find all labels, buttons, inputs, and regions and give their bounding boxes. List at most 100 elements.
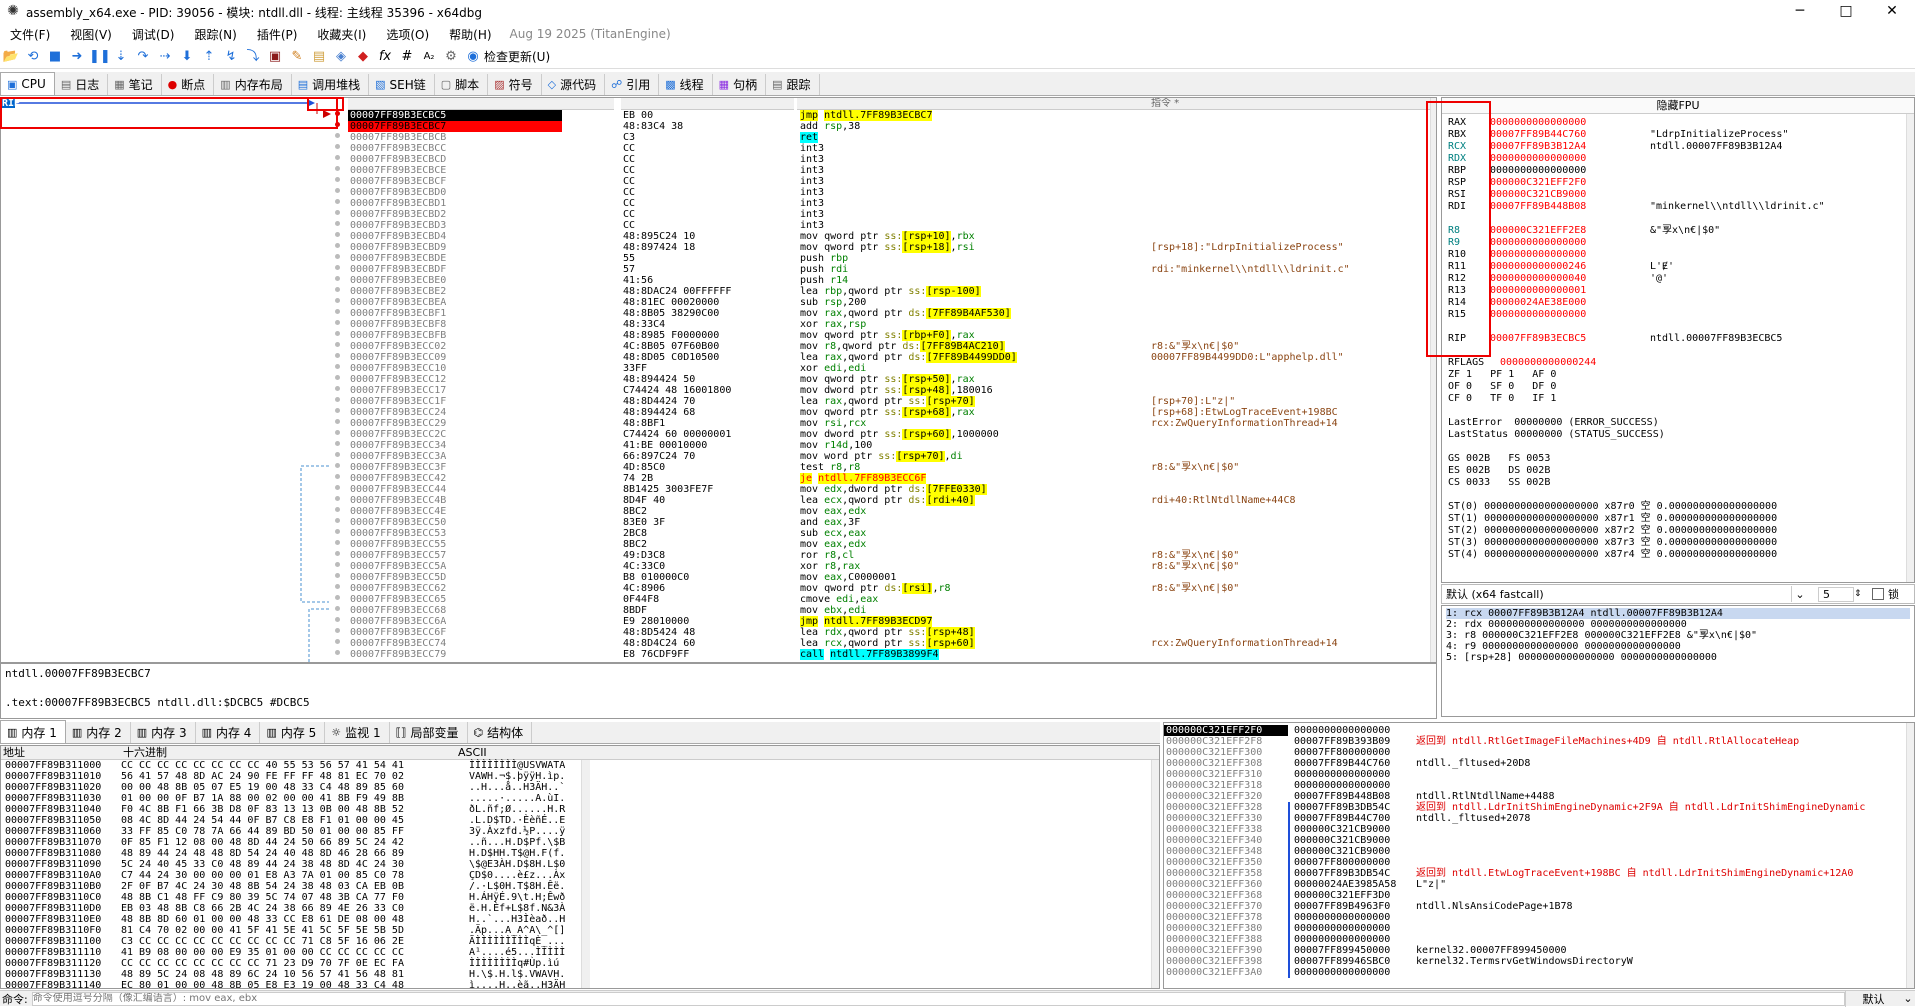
disasm-instruction[interactable]: int3 (797, 209, 1149, 220)
disasm-address[interactable]: 00007FF89B3ECBE0 (348, 275, 562, 286)
disasm-address[interactable]: 00007FF89B3ECBCF (348, 176, 562, 187)
disasm-address[interactable]: 00007FF89B3ECBD4 (348, 231, 562, 242)
dump-hex[interactable]: 08 4C 8D 44 24 54 44 0F B7 C8 E8 F1 01 0… (121, 815, 461, 826)
dump-hex[interactable]: 01 00 00 0F B7 1A 88 00 02 00 00 41 8B F… (121, 793, 461, 804)
disasm-instruction[interactable]: lea rax,qword ptr ds:[7FF89B4499DD0] (797, 352, 1149, 363)
stack-row[interactable]: 000000C321EFF330 00007FF89B44C700 ntdll._f… (1164, 813, 1914, 824)
dump-hex[interactable]: 33 FF 85 C0 78 7A 66 44 89 BD 50 01 00 0… (121, 826, 461, 837)
stack-row[interactable]: 000000C321EFF360 00000024AE3985A58 L"z|" (1164, 879, 1914, 890)
disasm-instruction[interactable]: sub ecx,eax (797, 528, 1149, 539)
disasm-comment[interactable] (1149, 649, 1436, 660)
command-input[interactable] (31, 991, 1845, 1006)
disasm-comment[interactable] (1149, 253, 1436, 264)
menu-debug[interactable]: 调试(D) (122, 26, 185, 43)
disasm-comment[interactable] (1149, 209, 1436, 220)
stack-value[interactable]: 00007FF89B44C700 (1288, 813, 1412, 824)
disasm-instruction[interactable]: mov rsi,rcx (797, 418, 1149, 429)
register-value[interactable]: 00007FF89B44C760 (1490, 129, 1650, 141)
disasm-comment[interactable] (1149, 616, 1436, 627)
breakpoint-dot[interactable] (335, 298, 340, 303)
dump-ascii[interactable]: 3ÿ.Àxzfd.½P....ÿ (461, 826, 565, 837)
disasm-instruction[interactable]: jmp ntdll.7FF89B3ECD97 (797, 616, 1149, 627)
stack-row[interactable]: 000000C321EFF310 0000000000000000 (1164, 769, 1914, 780)
disasm-instruction[interactable]: int3 (797, 187, 1149, 198)
disasm-instruction[interactable]: push rdi (797, 264, 1149, 275)
disasm-comment[interactable] (1149, 484, 1436, 495)
stack-row[interactable]: 000000C321EFF318 0000000000000000 (1164, 780, 1914, 791)
hash-icon[interactable]: # (397, 47, 417, 67)
disasm-instruction[interactable]: mov r8,qword ptr ds:[7FF89B4AC210] (797, 341, 1149, 352)
close-button[interactable]: ✕ (1869, 0, 1915, 24)
breakpoint-dot[interactable] (335, 375, 340, 380)
run-to-user-icon[interactable]: ⬇ (177, 47, 197, 67)
disasm-comment[interactable] (1149, 627, 1436, 638)
stack-value[interactable]: 00000024AE3985A58 (1288, 879, 1412, 890)
dump-hex[interactable]: C7 44 24 30 00 00 00 01 E8 A3 7A 01 00 8… (121, 870, 461, 881)
menu-view[interactable]: 视图(V) (60, 26, 122, 43)
disasm-comment[interactable] (1149, 594, 1436, 605)
memtab-0[interactable]: ▥ 内存 1 (0, 720, 66, 743)
stack-row[interactable]: 000000C321EFF3A0 0000000000000000 (1164, 967, 1914, 978)
breakpoint-dot[interactable] (335, 650, 340, 655)
disasm-comment[interactable] (1149, 374, 1436, 385)
disasm-instruction[interactable]: ror r8,cl (797, 550, 1149, 561)
tab-threads[interactable]: ▩ 线程 (659, 74, 713, 95)
disasm-comment[interactable] (1149, 187, 1436, 198)
disasm-bytes[interactable]: 48:894424 68 (621, 407, 794, 418)
disasm-comment[interactable] (1149, 528, 1436, 539)
breakpoint-dot[interactable] (335, 606, 340, 611)
disasm-instruction[interactable]: push rbp (797, 253, 1149, 264)
disasm-address[interactable]: 00007FF89B3ECC42 (348, 473, 562, 484)
calling-convention-select[interactable]: 默认 (x64 fastcall) (1442, 586, 1792, 602)
disasm-address[interactable]: 00007FF89B3ECBD0 (348, 187, 562, 198)
stack-row[interactable]: 000000C321EFF338 000000C321CB9000 (1164, 824, 1914, 835)
disasm-address[interactable]: 00007FF89B3ECBF8 (348, 319, 562, 330)
disasm-bytes[interactable]: C74424 48 16001800 (621, 385, 794, 396)
disasm-address[interactable]: 00007FF89B3ECC10 (348, 363, 562, 374)
breakpoint-dot[interactable] (335, 320, 340, 325)
disasm-instruction[interactable]: mov eax,C0000001 (797, 572, 1149, 583)
breakpoint-dot[interactable] (335, 639, 340, 644)
tab-cpu[interactable]: ▣ CPU (0, 72, 55, 95)
register-value[interactable]: 000000C321EFF2E8 (1490, 225, 1650, 237)
breakpoint-dot[interactable] (335, 144, 340, 149)
breakpoint-gutter[interactable] (335, 98, 341, 662)
disasm-address[interactable]: 00007FF89B3ECC09 (348, 352, 562, 363)
disasm-bytes[interactable]: 48:83C4 38 (621, 121, 794, 132)
dump-hex[interactable]: 48 89 5C 24 08 48 89 6C 24 10 56 57 41 5… (121, 969, 461, 980)
tab-source[interactable]: ◇ 源代码 (542, 74, 606, 95)
dump-ascii[interactable]: A¹....é5...ÌÌÌÌÌ (461, 947, 565, 958)
breakpoint-dot[interactable] (335, 199, 340, 204)
stack-value[interactable]: 0000000000000000 (1288, 934, 1412, 945)
dropdown-chevron-icon[interactable]: ⌄ (1792, 588, 1808, 601)
stack-row[interactable]: 000000C321EFF378 0000000000000000 (1164, 912, 1914, 923)
disasm-bytes[interactable]: CC (621, 143, 794, 154)
disasm-instruction[interactable]: mov dword ptr ss:[rsp+60],1000000 (797, 429, 1149, 440)
stack-value[interactable]: 00007FF89946SBC0 (1288, 956, 1412, 967)
disasm-instruction[interactable]: lea rbp,qword ptr ss:[rsp-100] (797, 286, 1149, 297)
stack-row[interactable]: 000000C321EFF2F8 00007FF89B393B09 返回到 ntdl… (1164, 736, 1914, 747)
register-row[interactable]: R13 0000000000000001 (1448, 285, 1908, 297)
disasm-instruction[interactable]: mov eax,edx (797, 539, 1149, 550)
disasm-bytes[interactable]: 48:8D4424 70 (621, 396, 794, 407)
disasm-bytes[interactable]: CC (621, 220, 794, 231)
register-value[interactable]: 00000024AE38E000 (1490, 297, 1650, 309)
disasm-instruction[interactable]: mov r14d,100 (797, 440, 1149, 451)
register-value[interactable]: 0000000000000000 (1490, 117, 1650, 129)
stack-value[interactable]: 00007FF800000000 (1288, 747, 1412, 758)
register-value[interactable]: 0000000000000246 (1490, 261, 1650, 273)
register-value[interactable]: 00007FF89B448B08 (1490, 201, 1650, 213)
disasm-instruction[interactable]: mov qword ptr ss:[rsp+50],rax (797, 374, 1149, 385)
disasm-address[interactable]: 00007FF89B3ECBC5 (348, 110, 562, 121)
disasm-bytes[interactable]: 48:8985 F0000000 (621, 330, 794, 341)
dump-scrollbar[interactable] (1151, 760, 1159, 988)
register-value[interactable]: 0000000000000000 (1490, 309, 1650, 321)
stack-value[interactable]: 0000000000000000 (1288, 912, 1412, 923)
memtab-4[interactable]: ▥ 内存 5 (260, 722, 326, 743)
breakpoint-dot[interactable] (335, 364, 340, 369)
disasm-address[interactable]: 00007FF89B3ECC3F (348, 462, 562, 473)
memtab-6[interactable]: ⟦⟧ 局部变量 (390, 722, 468, 743)
breakpoint-dot[interactable] (335, 386, 340, 391)
dump-hex[interactable]: CC CC CC CC CC CC CC CC 71 23 D9 70 7F 0… (121, 958, 461, 969)
register-row[interactable]: R12 0000000000000040 '@' (1448, 273, 1908, 285)
